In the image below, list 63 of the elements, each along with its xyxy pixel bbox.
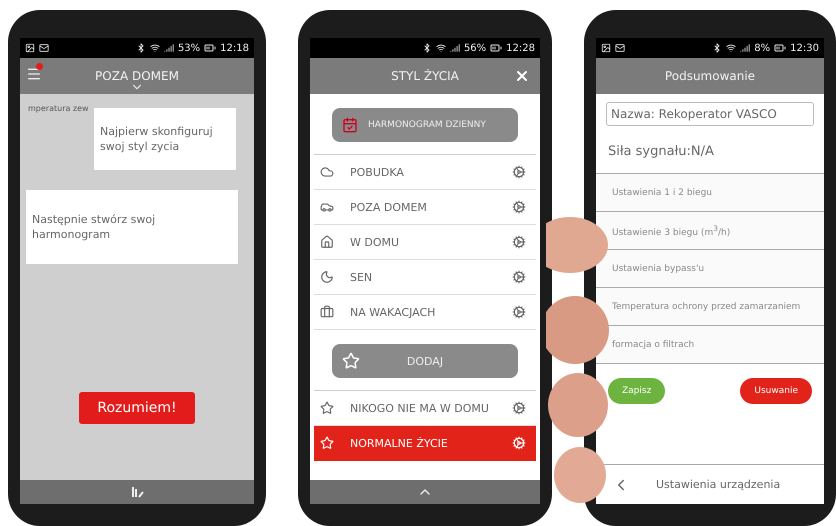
- signal-icon: [740, 43, 750, 53]
- battery-percent: 56%: [464, 42, 486, 54]
- header-title: Podsumowanie: [664, 69, 756, 83]
- battery-icon: [204, 42, 216, 54]
- signal-icon: [164, 43, 174, 53]
- bluetooth-icon: [712, 43, 722, 53]
- clock-time: 12:18: [220, 42, 249, 54]
- settings-icon[interactable]: [512, 200, 526, 214]
- add-button[interactable]: DODAJ: [332, 344, 518, 378]
- mode-item[interactable]: NA WAKACJACH: [314, 295, 536, 330]
- settings-icon[interactable]: [512, 305, 526, 319]
- mode-item[interactable]: SEN: [314, 260, 536, 295]
- delete-button[interactable]: Usuwanie: [740, 378, 812, 404]
- mode-item[interactable]: POZA DOMEM: [314, 190, 536, 225]
- settings-row[interactable]: Ustawienia 1 i 2 biegu: [596, 174, 824, 212]
- settings-icon[interactable]: [512, 235, 526, 249]
- bluetooth-icon: [136, 43, 146, 53]
- clock-time: 12:30: [790, 42, 819, 54]
- mode-item[interactable]: NORMALNE ŻYCIE: [314, 426, 536, 461]
- signal-icon: [450, 43, 460, 53]
- header-title: POZA DOMEM: [95, 69, 179, 83]
- wifi-icon: [726, 43, 736, 53]
- settings-icon[interactable]: [512, 401, 526, 415]
- header-title: STYL ŻYCIA: [391, 69, 459, 83]
- background-label: mperatura zew: [28, 104, 89, 113]
- moon-icon: [320, 270, 334, 284]
- battery-percent: 53%: [178, 42, 200, 54]
- notification-icon: [601, 43, 611, 53]
- menu-button[interactable]: [26, 66, 42, 82]
- mode-item[interactable]: W DOMU: [314, 225, 536, 260]
- settings-icon[interactable]: [512, 270, 526, 284]
- settings-row[interactable]: formacja o filtrach: [596, 326, 824, 364]
- cloud-icon: [320, 165, 334, 179]
- mode-item[interactable]: POBUDKA: [314, 155, 536, 190]
- wifi-icon: [436, 43, 446, 53]
- settings-row[interactable]: Ustawienie 3 biegu (m$^{3}$/h): [596, 212, 824, 250]
- settings-row[interactable]: Ustawienia bypass'u: [596, 250, 824, 288]
- clock-time: 12:28: [506, 42, 535, 54]
- tooltip: Następnie stwórz swoj harmonogram: [26, 190, 238, 264]
- schedule-button[interactable]: HARMONOGRAM DZIENNY: [332, 108, 518, 142]
- notification-icon: [25, 43, 35, 53]
- battery-percent: 8%: [754, 42, 770, 54]
- footer-title: Ustawienia urządzenia: [656, 478, 780, 491]
- star-icon: [342, 352, 360, 370]
- logo-icon: [129, 485, 145, 499]
- settings-row[interactable]: Temperatura ochrony przed zamarzaniem: [596, 288, 824, 326]
- tooltip: Najpierw skonfiguruj swoj styl zycia: [94, 108, 236, 170]
- save-button[interactable]: Zapisz: [608, 378, 666, 404]
- bluetooth-icon: [422, 43, 432, 53]
- star-icon: [320, 436, 334, 450]
- notification-icon: [615, 43, 625, 53]
- battery-icon: [490, 42, 502, 54]
- suitcase-icon: [320, 305, 334, 319]
- battery-icon: [774, 42, 786, 54]
- star-icon: [320, 401, 334, 415]
- close-icon[interactable]: [514, 68, 530, 84]
- wifi-icon: [150, 43, 160, 53]
- calendar-icon: [342, 117, 358, 133]
- notification-icon: [39, 43, 49, 53]
- settings-icon[interactable]: [512, 165, 526, 179]
- name-field[interactable]: Nazwa: Rekoperator VASCO: [606, 102, 814, 126]
- house-icon: [320, 235, 334, 249]
- confirm-button[interactable]: Rozumiem!: [79, 392, 195, 424]
